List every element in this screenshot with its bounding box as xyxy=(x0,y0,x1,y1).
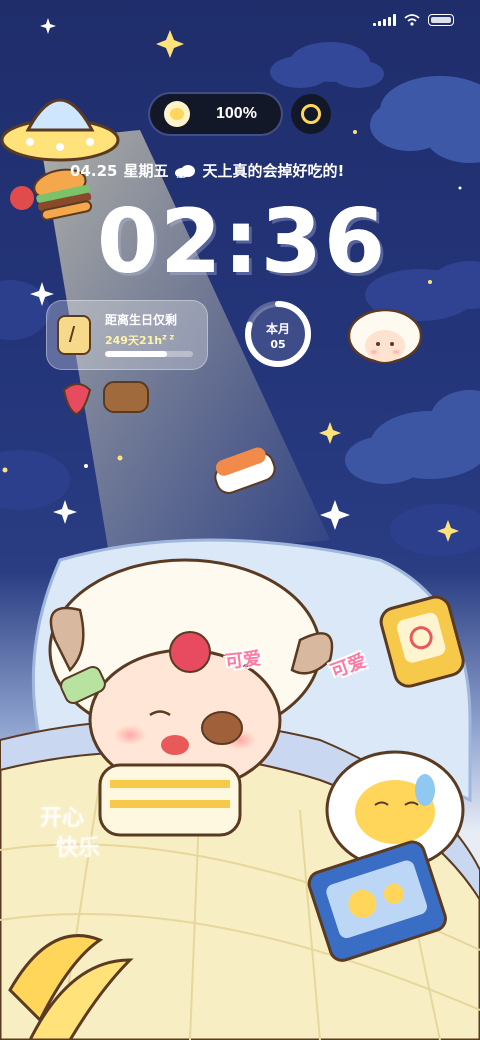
battery-widget[interactable]: 100% xyxy=(150,94,281,134)
birthday-progress-fill xyxy=(105,351,167,357)
birthday-progress-bar xyxy=(105,351,193,357)
weekday-text: 星期五 xyxy=(123,162,169,180)
cloud-right-top xyxy=(370,76,480,163)
ufo-illustration xyxy=(0,98,120,162)
birthday-countdown: 249天21hz z xyxy=(105,332,174,348)
happy-sticker-line2: 快乐 xyxy=(56,836,101,861)
date-message: 天上真的会掉好吃的! xyxy=(202,162,345,180)
month-value: 05 xyxy=(270,338,286,351)
birthday-title: 距离生日仅剩 xyxy=(105,313,178,327)
sheep-sticker xyxy=(347,308,423,364)
sleep-mark: z z xyxy=(162,332,175,342)
lock-clock: 02:36 xyxy=(96,190,388,293)
date-line: 04.25 星期五 天上真的会掉好吃的! xyxy=(70,160,430,181)
cute-sticker-1: 可爱 xyxy=(224,648,263,673)
birthday-countdown-widget[interactable]: 距离生日仅剩 249天21hz z xyxy=(46,300,208,370)
cloud-weather-icon xyxy=(175,164,196,178)
date-text: 04.25 xyxy=(70,161,118,180)
battery-percent: 100% xyxy=(216,105,257,122)
wallpaper-illustration xyxy=(0,18,480,1040)
egg-icon xyxy=(164,101,190,127)
status-bar xyxy=(373,10,454,30)
battery-bolt-icon xyxy=(57,315,91,355)
wifi-icon xyxy=(404,14,420,26)
happy-sticker-line1: 开心 xyxy=(40,806,85,831)
moon-ring-icon[interactable] xyxy=(291,94,331,134)
countdown-value: 249天21h xyxy=(105,334,163,347)
month-label: 本月 xyxy=(265,322,290,336)
battery-icon xyxy=(428,14,454,26)
signal-bars-icon xyxy=(373,14,396,26)
lock-screen: 100% 04.25 星期五 天上真的会掉好吃的! 02:36 距离生日仅剩 2… xyxy=(0,0,480,1040)
